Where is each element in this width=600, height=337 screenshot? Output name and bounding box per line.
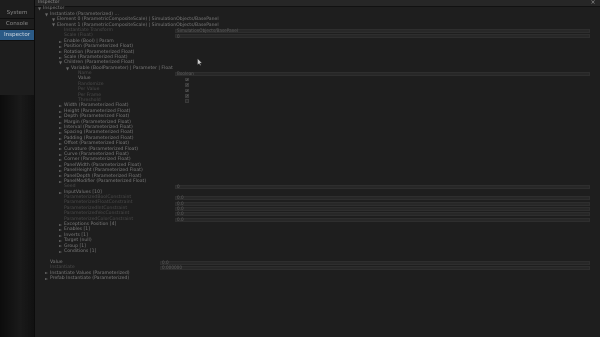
foldout-collapsed-icon[interactable]: ► [59, 120, 62, 125]
sidebar-item-system[interactable]: System [0, 8, 34, 19]
foldout-collapsed-icon[interactable]: ► [59, 109, 62, 114]
foldout-expanded-icon[interactable]: ▼ [66, 66, 69, 71]
property-checkbox[interactable] [185, 99, 189, 104]
foldout-collapsed-icon[interactable]: ► [59, 152, 62, 157]
property-checkbox[interactable]: ✓ [185, 94, 189, 98]
foldout-collapsed-icon[interactable]: ► [59, 169, 62, 173]
foldout-collapsed-icon[interactable]: ► [59, 244, 62, 248]
foldout-expanded-icon[interactable]: ▼ [45, 12, 48, 17]
property-value-field[interactable] [175, 217, 590, 222]
property-value-field[interactable] [160, 260, 590, 265]
property-label: Conditions [1] [64, 248, 97, 254]
foldout-collapsed-icon[interactable]: ► [59, 39, 62, 44]
foldout-collapsed-icon[interactable]: ► [59, 249, 62, 254]
foldout-collapsed-icon[interactable]: ► [59, 239, 62, 243]
property-value-field[interactable] [175, 201, 590, 206]
foldout-collapsed-icon[interactable]: ► [59, 179, 62, 184]
foldout-collapsed-icon[interactable]: ► [59, 125, 62, 130]
property-value-field[interactable] [175, 206, 590, 211]
property-value: 0.0 [177, 216, 184, 222]
foldout-collapsed-icon[interactable]: ► [59, 104, 62, 108]
property-value: SimulationObjects/BasePanel [177, 28, 239, 34]
foldout-collapsed-icon[interactable]: ► [59, 50, 62, 54]
foldout-collapsed-icon[interactable]: ► [59, 228, 62, 232]
foldout-collapsed-icon[interactable]: ► [59, 45, 62, 49]
close-button[interactable]: × [589, 0, 597, 6]
property-value-field[interactable] [175, 72, 590, 77]
property-checkbox[interactable]: ✓ [185, 88, 189, 93]
foldout-collapsed-icon[interactable]: ► [45, 276, 48, 281]
sidebar-item-inspector[interactable]: Inspector [0, 30, 34, 41]
foldout-collapsed-icon[interactable]: ► [59, 158, 62, 162]
property-value-field[interactable] [175, 196, 590, 201]
foldout-collapsed-icon[interactable]: ► [59, 233, 62, 238]
foldout-collapsed-icon[interactable]: ► [59, 55, 62, 60]
foldout-expanded-icon[interactable]: ▼ [52, 23, 55, 27]
foldout-collapsed-icon[interactable]: ► [45, 271, 48, 275]
foldout-expanded-icon[interactable]: ▼ [52, 18, 55, 22]
foldout-collapsed-icon[interactable]: ► [59, 142, 62, 146]
foldout-collapsed-icon[interactable]: ► [59, 131, 62, 135]
property-value-field[interactable] [175, 212, 590, 217]
foldout-collapsed-icon[interactable]: ► [59, 115, 62, 119]
inspector-panel: Inspector × ▼ Inspector ▼ Instantiate (Para… [35, 0, 600, 337]
property-value: 0.0 [177, 195, 184, 201]
foldout-collapsed-icon[interactable]: ► [59, 147, 62, 151]
property-tree: ▼ Inspector ▼ Instantiate (Parameterized) .… [35, 7, 600, 282]
property-value: 0.000000 [162, 265, 182, 271]
property-checkbox[interactable]: ✓ [185, 83, 189, 87]
property-label: PanelHeight (Parameterized Float) [64, 168, 143, 174]
mouse-cursor-icon [197, 58, 203, 66]
inspector-titlebar: Inspector × [35, 0, 600, 7]
property-value-field[interactable] [175, 185, 590, 190]
inspector-title: Inspector [38, 0, 60, 5]
tree-row[interactable]: ► Prefab Instantiate (Parameterized) [35, 275, 600, 282]
sidebar-item-console[interactable]: Console [0, 19, 34, 30]
foldout-collapsed-icon[interactable]: ► [59, 174, 62, 178]
property-label: Prefab Instantiate (Parameterized) [50, 275, 130, 281]
property-value: Boolean [177, 71, 194, 77]
property-value: 0 [177, 184, 180, 190]
property-value-field[interactable] [175, 34, 590, 39]
property-value: 0.0 [177, 211, 184, 217]
foldout-expanded-icon[interactable]: ▼ [38, 7, 41, 11]
foldout-collapsed-icon[interactable]: ► [59, 136, 62, 141]
sidebar: System Console Inspector [0, 0, 35, 337]
property-value: 0 [177, 33, 180, 39]
sidebar-background-shade [0, 95, 34, 337]
foldout-expanded-icon[interactable]: ▼ [59, 61, 62, 65]
property-label: PanelModifier (Parameterized Float) [64, 178, 147, 184]
property-value-field[interactable] [160, 266, 590, 271]
foldout-collapsed-icon[interactable]: ► [59, 222, 62, 227]
property-checkbox[interactable]: ✓ [185, 77, 189, 82]
foldout-collapsed-icon[interactable]: ► [59, 190, 62, 195]
foldout-collapsed-icon[interactable]: ► [59, 163, 62, 168]
